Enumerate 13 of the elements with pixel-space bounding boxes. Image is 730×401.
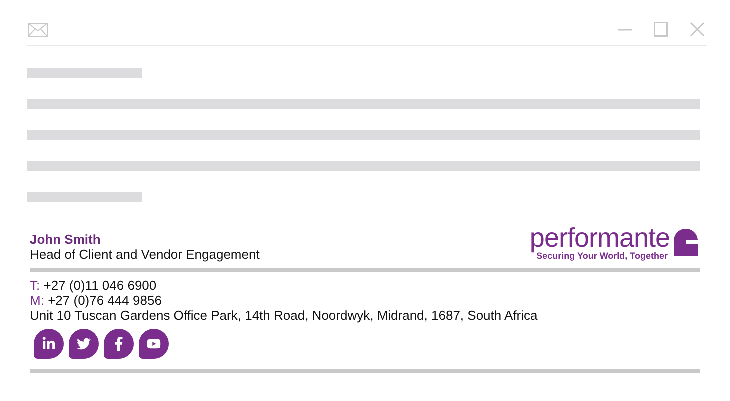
mail-icon bbox=[28, 22, 48, 36]
job-title: Head of Client and Vendor Engagement bbox=[30, 247, 260, 262]
linkedin-icon[interactable] bbox=[34, 329, 64, 359]
youtube-icon[interactable] bbox=[139, 329, 169, 359]
signature-name: John Smith bbox=[30, 232, 102, 247]
twitter-icon[interactable] bbox=[69, 329, 99, 359]
logo-icon bbox=[672, 228, 700, 256]
phone-number: M: +27 (0)76 444 9856 bbox=[30, 293, 163, 308]
logo-tagline: Securing Your World, Together bbox=[536, 251, 668, 261]
address: Unit 10 Tuscan Gardens Office Park, 14th Road, Noordwyk, Midrand, 1687, South Africa bbox=[30, 308, 539, 323]
facebook-icon[interactable] bbox=[104, 329, 134, 359]
phone-number: T: +27 (0)11 046 6900 bbox=[30, 278, 158, 293]
logo-wordmark: performante bbox=[530, 224, 670, 252]
